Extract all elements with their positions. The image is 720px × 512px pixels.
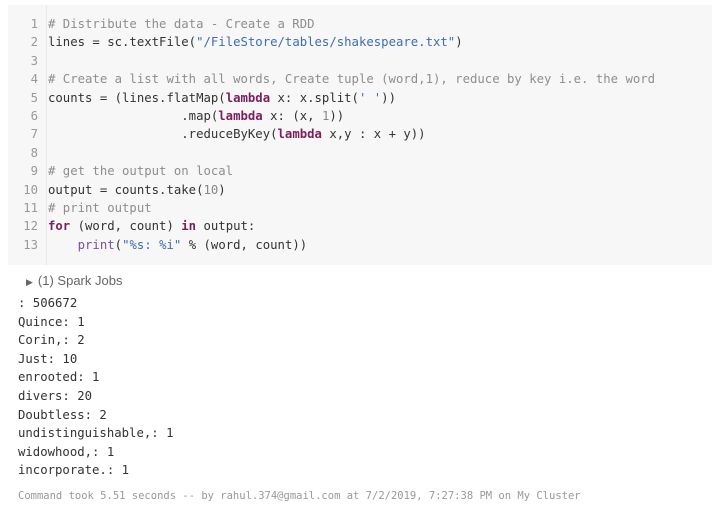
code-line: 3 — [8, 52, 712, 70]
spark-jobs-label: (1) Spark Jobs — [37, 273, 123, 288]
code-token: lambda — [225, 90, 271, 105]
code-token: ' ' — [358, 90, 382, 105]
code-text: lines = sc.textFile("/FileStore/tables/s… — [48, 33, 463, 51]
line-number: 5 — [30, 90, 38, 105]
line-number: 9 — [30, 164, 38, 179]
code-token: # Create a list with all words, Create t… — [48, 72, 656, 87]
code-line: 10 output = counts.take(10) — [8, 181, 712, 199]
output-line: : 506672 — [18, 296, 78, 310]
line-number: 1 — [30, 17, 38, 31]
line-number: 13 — [23, 237, 38, 252]
output-line: enrooted: 1 — [18, 370, 100, 385]
spark-jobs-toggle[interactable]: ▶ (1) Spark Jobs — [26, 273, 122, 288]
code-token: (word, count) — [70, 219, 182, 234]
code-token: in — [181, 219, 197, 234]
output-line: Quince: 1 — [18, 314, 85, 329]
code-token: print — [77, 237, 115, 252]
output-line: Corin,: 2 — [18, 333, 85, 348]
code-text: # Distribute the data - Create a RDD — [48, 15, 315, 33]
code-text: for (word, count) in output: — [48, 217, 255, 235]
code-line: 1 # Distribute the data - Create a RDD — [8, 15, 712, 33]
code-token: x: (x, — [262, 108, 322, 123]
code-token: % (word, count)) — [181, 237, 308, 252]
code-text: # Create a list with all words, Create t… — [48, 70, 655, 88]
code-token: "%s: %i" — [122, 237, 182, 252]
code-editor[interactable]: 1 # Distribute the data - Create a RDD 2 li… — [8, 15, 712, 254]
code-line: 4 # Create a list with all words, Create … — [8, 70, 712, 88]
code-token: for — [48, 219, 71, 234]
line-number: 6 — [30, 108, 38, 123]
cell-output: : 506672 Quince: 1 Corin,: 2 Just: 10 enroot… — [18, 294, 173, 480]
output-line: undistinguishable,: 1 — [18, 426, 174, 441]
line-number: 7 — [30, 127, 38, 142]
code-token: .map( — [48, 108, 219, 123]
code-token: counts = (lines.flatMap( — [48, 90, 226, 105]
code-line: 8 — [8, 144, 712, 162]
code-line: 9 # get the output on local — [8, 162, 712, 180]
code-token: # get the output on local — [48, 164, 234, 179]
code-token: # print output — [48, 200, 152, 215]
code-text: .map(lambda x: (x, 1)) — [48, 107, 344, 125]
code-token: x: x.split( — [270, 90, 359, 105]
line-number: 11 — [23, 200, 38, 215]
code-line: 2 lines = sc.textFile("/FileStore/tables/… — [8, 33, 712, 51]
code-token: )) — [381, 90, 396, 105]
code-token: output: — [196, 219, 256, 234]
code-cell[interactable]: 1 # Distribute the data - Create a RDD 2 li… — [8, 5, 712, 265]
code-line: 6 .map(lambda x: (x, 1)) — [8, 107, 712, 125]
line-number: 4 — [30, 72, 38, 87]
expand-triangle-icon: ▶ — [26, 277, 33, 287]
code-token: lines = sc.textFile( — [48, 35, 197, 50]
code-text: # print output — [48, 199, 152, 217]
code-token: # Distribute the data - Create a RDD — [48, 17, 315, 31]
code-text: # get the output on local — [48, 162, 233, 180]
output-line: incorporate.: 1 — [18, 463, 130, 478]
code-line: 5 counts = (lines.flatMap(lambda x: x.spl… — [8, 89, 712, 107]
code-token: ) — [455, 35, 463, 50]
line-number: 10 — [23, 182, 38, 197]
code-text: counts = (lines.flatMap(lambda x: x.spli… — [48, 89, 396, 107]
code-line: 7 .reduceByKey(lambda x,y : x + y)) — [8, 125, 712, 143]
code-text: output = counts.take(10) — [48, 181, 226, 199]
code-token: x,y : x + y)) — [321, 127, 426, 142]
code-token: ( — [114, 237, 123, 252]
code-line: 12 for (word, count) in output: — [8, 217, 712, 235]
code-token: lambda — [218, 108, 263, 123]
code-token: ) — [218, 182, 226, 197]
code-token: .reduceByKey( — [48, 127, 278, 142]
code-text: print("%s: %i" % (word, count)) — [48, 236, 308, 254]
code-token: 10 — [203, 182, 219, 197]
command-status: Command took 5.51 seconds -- by rahul.37… — [18, 490, 581, 502]
output-line: Doubtless: 2 — [18, 407, 107, 422]
output-line: Just: 10 — [18, 351, 78, 366]
code-token: )) — [329, 108, 345, 123]
line-number: 2 — [30, 35, 38, 50]
line-number: 3 — [30, 53, 38, 68]
code-token: "/FileStore/tables/shakespeare.txt" — [196, 35, 456, 50]
line-number: 12 — [23, 219, 38, 234]
code-token: lambda — [277, 127, 322, 142]
code-line: 13 print("%s: %i" % (word, count)) — [8, 236, 712, 254]
output-line: divers: 20 — [18, 388, 93, 403]
line-number: 8 — [30, 145, 38, 160]
code-token: output = counts.take( — [48, 182, 204, 197]
output-line: widowhood,: 1 — [18, 444, 115, 459]
code-line: 11 # print output — [8, 199, 712, 217]
code-text: .reduceByKey(lambda x,y : x + y)) — [48, 125, 426, 143]
